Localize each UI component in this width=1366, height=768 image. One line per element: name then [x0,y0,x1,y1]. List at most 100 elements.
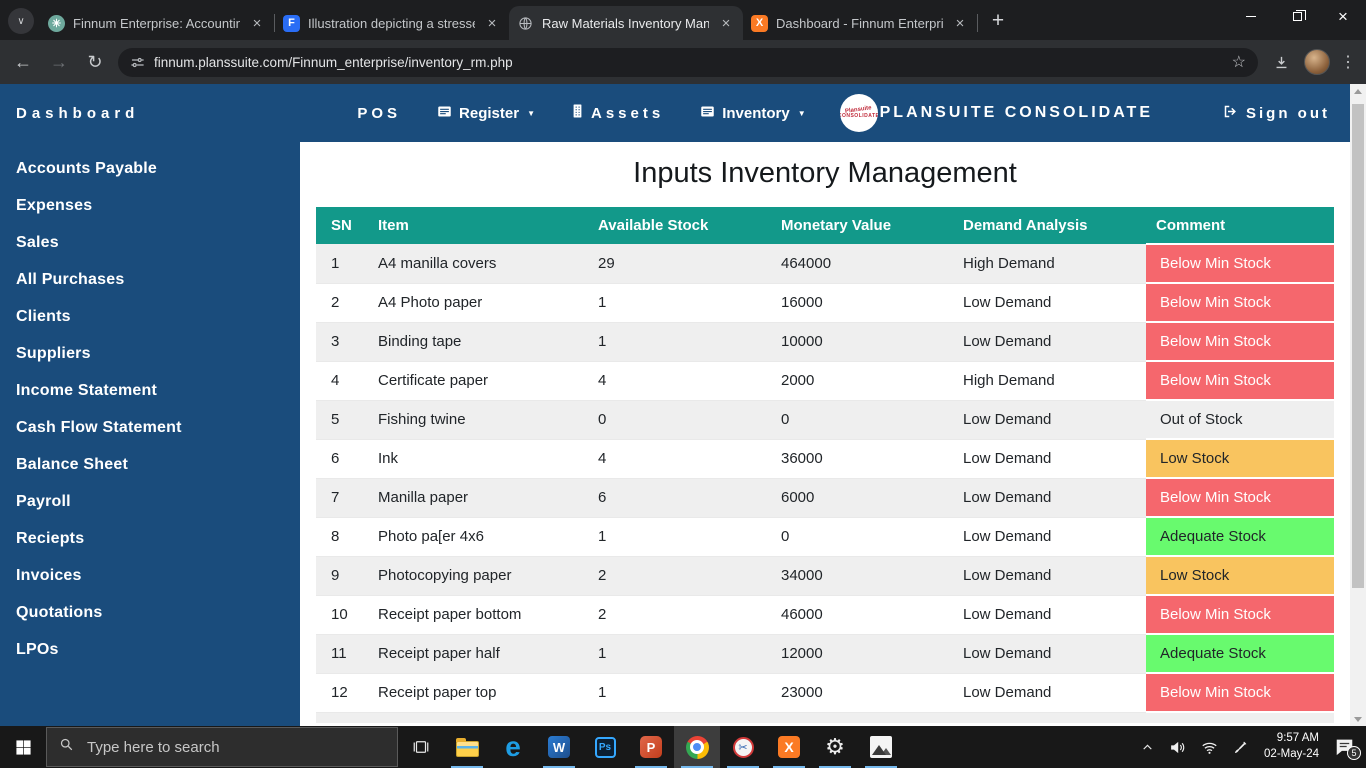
taskbar-search[interactable] [46,727,398,767]
table-row: 1A4 manilla covers29464000High DemandBel… [316,244,1334,283]
cell-item: Ink [368,439,588,478]
sidebar-item-lpos[interactable]: LPOs [0,631,300,668]
wifi-icon[interactable] [1201,739,1218,756]
cell-available-stock: 29 [588,244,771,283]
scrollbar-thumb[interactable] [1352,104,1364,588]
sidebar-item-sales[interactable]: Sales [0,224,300,261]
cell-demand-analysis: High Demand [953,361,1146,400]
restore-button[interactable] [1274,0,1320,32]
taskbar-app-chrome[interactable] [674,726,720,768]
main-content: Inputs Inventory Management SNItemAvaila… [300,142,1350,726]
cell-comment-status: Below Min Stock [1146,244,1334,283]
taskbar-app-settings[interactable]: ⚙ [812,726,858,768]
taskbar-app-xampp[interactable]: X [766,726,812,768]
sidebar-item-suppliers[interactable]: Suppliers [0,335,300,372]
tray-chevron-up-icon[interactable] [1141,741,1154,754]
pen-icon[interactable] [1233,739,1249,755]
profile-avatar[interactable] [1304,49,1330,75]
nav-link-label: Assets [591,105,664,122]
scroll-up-arrow[interactable] [1350,84,1366,98]
nav-link-register[interactable]: Register▼ [437,104,535,123]
tray-clock[interactable]: 9:57 AM 02-May-24 [1264,731,1319,762]
back-button[interactable]: ← [10,49,36,75]
table-row: 12Receipt paper top123000Low DemandBelow… [316,673,1334,712]
table-row: 6Ink436000Low DemandLow Stock [316,439,1334,478]
task-view-button[interactable] [398,726,444,768]
reload-button[interactable]: ↻ [82,49,108,75]
page-body: Accounts PayableExpensesSalesAll Purchas… [0,142,1350,726]
table-row: 4Certificate paper42000High DemandBelow … [316,361,1334,400]
column-header-item: Item [368,207,588,244]
nav-dashboard-link[interactable]: Dashboard [16,105,139,122]
word-icon: W [548,736,570,758]
address-bar[interactable]: finnum.planssuite.com/Finnum_enterprise/… [118,48,1258,77]
sign-out-label: Sign out [1246,105,1330,122]
tab-search-icon[interactable]: ∨ [8,8,34,34]
browser-tab[interactable]: Raw Materials Inventory Manag× [509,6,743,40]
browser-tab[interactable]: ✳Finnum Enterprise: Accounting× [40,6,274,40]
notification-center-icon[interactable]: 5 [1334,737,1356,757]
sidebar-item-invoices[interactable]: Invoices [0,557,300,594]
url-text[interactable]: finnum.planssuite.com/Finnum_enterprise/… [154,55,1223,70]
taskbar-app-powerpoint[interactable]: P [628,726,674,768]
nav-link-inventory[interactable]: Inventory▼ [700,104,805,123]
site-info-icon[interactable] [130,55,145,70]
sidebar-item-accounts-payable[interactable]: Accounts Payable [0,150,300,187]
page-scrollbar[interactable] [1350,84,1366,726]
cell-monetary-value: 2000 [771,361,953,400]
sidebar-item-clients[interactable]: Clients [0,298,300,335]
sidebar-item-quotations[interactable]: Quotations [0,594,300,631]
tray-date: 02-May-24 [1264,747,1319,763]
taskbar-app-photoshop[interactable]: Ps [582,726,628,768]
brand[interactable]: Plansuite CONSOLIDATE PLANSUITE CONSOLID… [840,94,1153,132]
minimize-button[interactable] [1228,0,1274,32]
system-tray: 9:57 AM 02-May-24 5 [1141,731,1366,762]
scroll-down-arrow[interactable] [1350,712,1366,726]
tab-close-icon[interactable]: × [248,14,266,32]
cell-item: A4 Photo paper [368,283,588,322]
sidebar-item-payroll[interactable]: Payroll [0,483,300,520]
bookmark-star-icon[interactable]: ☆ [1232,52,1246,72]
nav-link-assets[interactable]: Assets [571,103,664,123]
nav-link-pos[interactable]: POS [357,105,401,122]
download-icon[interactable] [1268,49,1294,75]
sidebar-item-all-purchases[interactable]: All Purchases [0,261,300,298]
new-tab-button[interactable]: + [984,7,1012,35]
taskbar-app-photos[interactable] [858,726,904,768]
table-row: 5Fishing twine00Low DemandOut of Stock [316,400,1334,439]
sidebar-item-expenses[interactable]: Expenses [0,187,300,224]
close-button[interactable]: × [1320,0,1366,32]
cell-demand-analysis: Low Demand [953,478,1146,517]
taskbar-app-edge[interactable]: e [490,726,536,768]
start-button[interactable] [0,726,46,768]
browser-menu-icon[interactable]: ⋮ [1340,52,1356,72]
brand-text: PLANSUITE CONSOLIDATE [880,104,1153,122]
partially-visible-row [316,713,1334,723]
taskbar-app-explorer[interactable] [444,726,490,768]
sidebar-item-reciepts[interactable]: Reciepts [0,520,300,557]
column-header-monetary-value: Monetary Value [771,207,953,244]
photoshop-icon: Ps [595,737,616,758]
tab-close-icon[interactable]: × [951,14,969,32]
sidebar-item-income-statement[interactable]: Income Statement [0,372,300,409]
globe-favicon [517,15,534,32]
restore-icon [1293,12,1302,21]
browser-tab[interactable]: FIllustration depicting a stressed× [275,6,509,40]
taskbar-app-snipping[interactable]: ✂ [720,726,766,768]
tab-close-icon[interactable]: × [717,14,735,32]
volume-icon[interactable] [1169,739,1186,756]
tab-title: Dashboard - Finnum Enterprise [776,16,943,31]
sidebar-item-balance-sheet[interactable]: Balance Sheet [0,446,300,483]
cell-comment-status: Below Min Stock [1146,283,1334,322]
sidebar-item-cash-flow-statement[interactable]: Cash Flow Statement [0,409,300,446]
forward-button[interactable]: → [46,49,72,75]
search-input[interactable] [85,738,385,757]
column-header-available-stock: Available Stock [588,207,771,244]
browser-tab[interactable]: XDashboard - Finnum Enterprise× [743,6,977,40]
sign-out-button[interactable]: Sign out [1223,104,1330,123]
column-header-demand-analysis: Demand Analysis [953,207,1146,244]
taskbar-app-word[interactable]: W [536,726,582,768]
cell-sn: 6 [316,439,368,478]
tab-close-icon[interactable]: × [483,14,501,32]
cell-comment-status: Below Min Stock [1146,673,1334,712]
